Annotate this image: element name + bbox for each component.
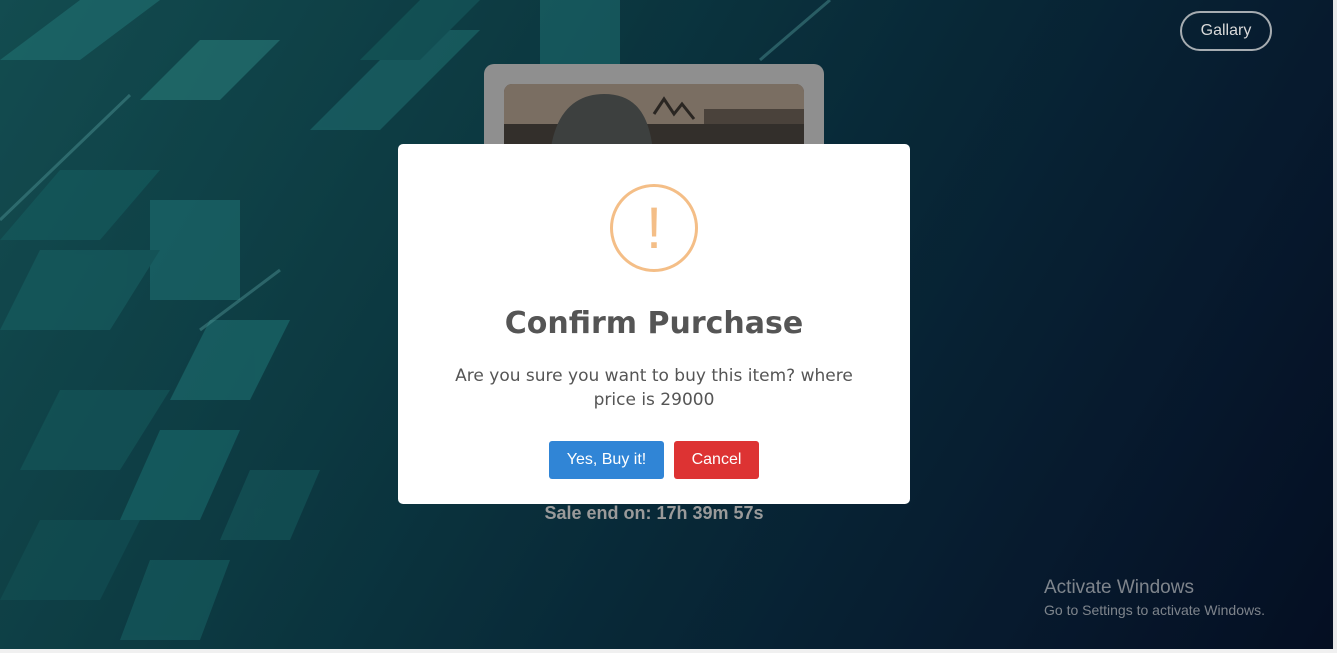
confirm-purchase-dialog: ! Confirm Purchase Are you sure you want… [398,144,910,504]
bottom-edge [0,649,1337,653]
windows-activation-watermark: Activate Windows Go to Settings to activ… [1044,576,1265,620]
watermark-title: Activate Windows [1044,577,1194,598]
sale-end-countdown: Sale end on: 17h 39m 57s [544,503,764,523]
dialog-message: Are you sure you want to buy this item? … [455,366,853,410]
dialog-title: Confirm Purchase [504,306,804,341]
dialog-actions: Yes, Buy it! Cancel [398,441,910,479]
cancel-button[interactable]: Cancel [674,441,759,479]
watermark-subtitle: Go to Settings to activate Windows. [1044,602,1265,618]
vertical-scrollbar[interactable] [1333,0,1337,653]
gallery-button[interactable]: Gallary [1180,11,1272,51]
exclamation-warning-icon: ! [610,184,698,272]
confirm-buy-button[interactable]: Yes, Buy it! [549,441,664,479]
